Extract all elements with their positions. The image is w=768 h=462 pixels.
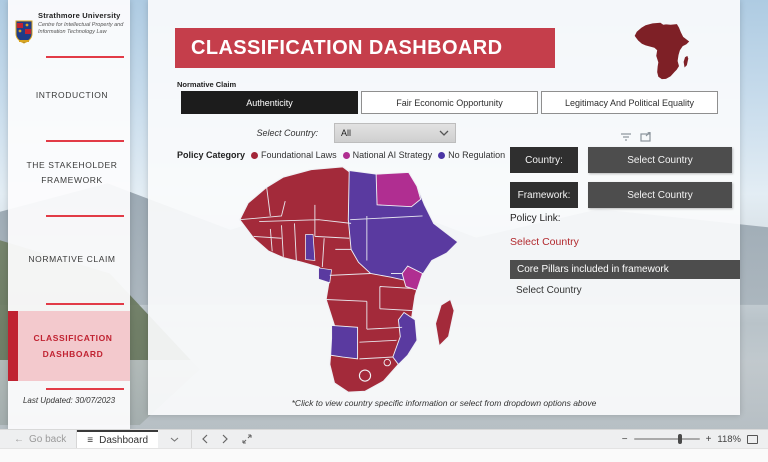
bottom-strip: [0, 448, 768, 462]
select-country-label: Select Country:: [256, 128, 318, 138]
sidebar-divider: [46, 56, 124, 58]
policy-link-label: Policy Link:: [510, 213, 561, 224]
sidebar-item-classification-dashboard[interactable]: CLASSIFICATION DASHBOARD: [8, 311, 130, 381]
sidebar-divider: [46, 215, 124, 217]
report-canvas: Strathmore University Centre for Intelle…: [0, 0, 768, 462]
back-arrow-icon: ←: [14, 433, 24, 445]
powerbi-bottom-bar: ← Go back ≡ Dashboard − + 118%: [0, 429, 768, 449]
legend-dot-icon: [342, 151, 350, 159]
map-region-benin-no-regulation[interactable]: [305, 234, 316, 261]
menu-icon: ≡: [87, 434, 94, 446]
sidebar-item-stakeholder-framework[interactable]: THE STAKEHOLDER FRAMEWORK: [18, 158, 126, 189]
map-region-namibia-no-regulation[interactable]: [330, 324, 359, 360]
normative-claim-label: Normative Claim: [177, 80, 237, 89]
last-updated: Last Updated: 30/07/2023: [8, 396, 130, 405]
legend-title: Policy Category: [177, 150, 246, 160]
zoom-level: 118%: [717, 433, 741, 445]
go-back-label: Go back: [29, 433, 67, 445]
chevron-down-icon: [439, 130, 449, 136]
sidebar-item-label: CLASSIFICATION DASHBOARD: [33, 332, 113, 359]
country-dropdown-value: All: [341, 128, 352, 138]
page-title: CLASSIFICATION DASHBOARD: [175, 28, 555, 68]
active-item-accent-bar: [8, 311, 18, 381]
legend-label: Foundational Laws: [261, 150, 337, 160]
zoom-controls: − + 118%: [622, 434, 768, 445]
page-nav: [192, 434, 262, 444]
country-selector-row: Country: Select Country: [510, 147, 732, 173]
page-tab-dashboard[interactable]: ≡ Dashboard: [77, 429, 159, 449]
country-label: Country:: [510, 147, 578, 173]
tab-legitimacy-political-equality[interactable]: Legitimacy And Political Equality: [541, 91, 718, 114]
tab-fair-economic-opportunity[interactable]: Fair Economic Opportunity: [361, 91, 538, 114]
policy-link-value[interactable]: Select Country: [510, 236, 579, 248]
dashboard-page: CLASSIFICATION DASHBOARD Normative Claim…: [148, 0, 740, 415]
normative-claim-tabs: Authenticity Fair Economic Opportunity L…: [181, 91, 718, 114]
sidebar: Strathmore University Centre for Intelle…: [8, 0, 130, 430]
zoom-in-icon[interactable]: +: [706, 434, 712, 445]
tab-authenticity[interactable]: Authenticity: [181, 91, 358, 114]
sidebar-item-introduction[interactable]: INTRODUCTION: [18, 88, 126, 103]
zoom-slider[interactable]: [633, 434, 700, 444]
university-logo-block: Strathmore University Centre for Intelle…: [8, 6, 130, 54]
framework-select-button[interactable]: Select Country: [588, 182, 732, 208]
legend-item-foundational-laws: Foundational Laws: [251, 150, 337, 160]
africa-choropleth-map[interactable]: [220, 164, 510, 396]
footer-note: *Click to view country specific informat…: [291, 398, 597, 408]
legend-item-no-regulation: No Regulation: [438, 150, 505, 160]
legend-item-national-ai-strategy: National AI Strategy: [342, 150, 433, 160]
zoom-out-icon[interactable]: −: [622, 434, 628, 445]
core-pillars-header: Core Pillars included in framework: [510, 260, 740, 279]
previous-page-icon[interactable]: [202, 434, 208, 444]
go-back-button[interactable]: ← Go back: [0, 434, 76, 445]
framework-label: Framework:: [510, 182, 578, 208]
country-dropdown[interactable]: All: [334, 123, 456, 143]
sidebar-divider: [46, 303, 124, 305]
last-updated-value: 30/07/2023: [75, 396, 116, 405]
map-region-egypt-strategy[interactable]: [375, 171, 422, 208]
map-region-gabon-no-regulation[interactable]: [318, 267, 333, 284]
fullscreen-expand-icon[interactable]: [242, 434, 252, 444]
legend-label: No Regulation: [448, 150, 506, 160]
university-crest-icon: [15, 20, 33, 44]
page-tab-label: Dashboard: [99, 434, 149, 446]
country-select-button[interactable]: Select Country: [588, 147, 732, 173]
zoom-slider-handle[interactable]: [677, 434, 682, 444]
visual-header-icons: [620, 132, 651, 142]
sidebar-divider: [46, 388, 124, 390]
legend-label: National AI Strategy: [352, 150, 433, 160]
next-page-icon[interactable]: [222, 434, 228, 444]
university-name: Strathmore University: [38, 11, 121, 20]
sidebar-item-normative-claim[interactable]: NORMATIVE CLAIM: [18, 252, 126, 267]
africa-logo-icon: [634, 22, 690, 80]
core-pillars-value: Select Country: [516, 285, 582, 296]
fit-to-page-icon[interactable]: [747, 434, 758, 444]
page-list-chevron[interactable]: [158, 437, 191, 442]
focus-mode-icon[interactable]: [640, 132, 651, 142]
chevron-down-icon: [170, 437, 179, 442]
sidebar-divider: [46, 140, 124, 142]
map-region-madagascar[interactable]: [435, 298, 455, 347]
legend-dot-icon: [251, 151, 259, 159]
legend-dot-icon: [438, 151, 446, 159]
last-updated-label: Last Updated:: [22, 396, 73, 405]
framework-selector-row: Framework: Select Country: [510, 182, 732, 208]
map-legend: Policy Category Foundational Laws Nation…: [177, 150, 505, 160]
filter-icon[interactable]: [620, 132, 632, 142]
university-subtitle: Centre for Intellectual Property and Inf…: [38, 22, 124, 35]
